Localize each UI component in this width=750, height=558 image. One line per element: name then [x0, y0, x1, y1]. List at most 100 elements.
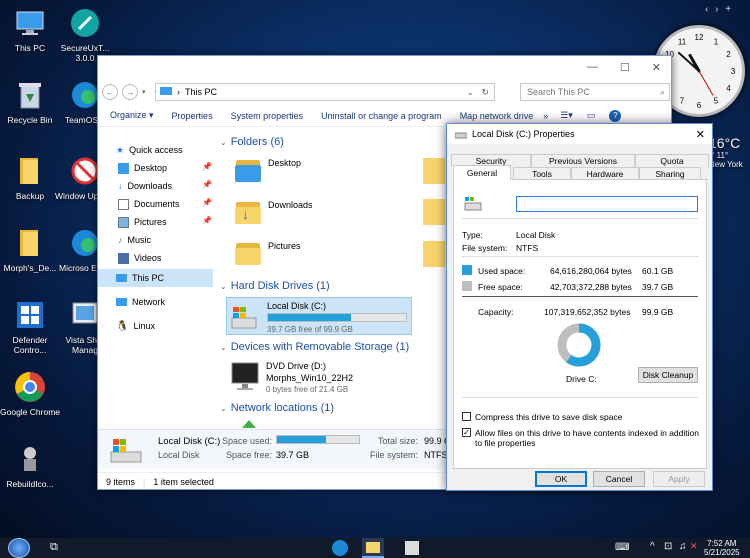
section-network-locations[interactable]: ⌄ Network locations (1) [220, 402, 334, 414]
pin-icon[interactable]: 📌 [202, 180, 212, 189]
desktop-icon-recycle-bin[interactable]: Recycle Bin [0, 78, 60, 125]
nav-linux[interactable]: 🐧 Linux [116, 319, 155, 333]
toolbar-more[interactable]: » [543, 111, 548, 121]
this-pc-icon [160, 87, 172, 95]
refresh-icon[interactable]: ↻ [481, 87, 489, 98]
chrome-icon [13, 370, 47, 404]
tab-quota[interactable]: Quota [635, 154, 709, 167]
maximize-button[interactable]: ☐ [620, 61, 630, 74]
folder-item-desktop[interactable]: Desktop [234, 156, 301, 184]
nav-item-desktop[interactable]: Desktop [118, 161, 167, 175]
disk-cleanup-button[interactable]: Disk Cleanup [638, 367, 698, 383]
desktop-icon-morphs[interactable]: Morph's_De... [0, 226, 60, 273]
address-box[interactable]: › This PC ⌄ ↻ [155, 83, 495, 101]
toolbar-properties[interactable]: Properties [172, 111, 213, 121]
toolbar-uninstall[interactable]: Uninstall or change a program [321, 111, 442, 121]
clock-number: 4 [726, 84, 731, 93]
volume-icon[interactable]: ♫ [679, 541, 687, 552]
section-folders[interactable]: ⌄ Folders (6) [220, 136, 284, 148]
dvd-label: Morphs_Win10_22H2 [266, 373, 354, 383]
taskbar-store-icon[interactable] [405, 541, 419, 555]
nav-network[interactable]: Network [116, 295, 165, 309]
documents-folder-icon[interactable] [423, 158, 445, 184]
tab-previous-versions[interactable]: Previous Versions [531, 154, 635, 167]
nav-this-pc[interactable]: This PC [98, 269, 213, 287]
drive-free-text: 39.7 GB free of 99.9 GB [267, 325, 353, 334]
toolbar-system-properties[interactable]: System properties [231, 111, 304, 121]
section-removable[interactable]: ⌄ Devices with Removable Storage (1) [220, 341, 409, 353]
weather-gadget[interactable]: 16°C /° 11° New York [709, 135, 743, 169]
nav-item-downloads[interactable]: ↓ Downloads [118, 179, 172, 193]
toolbar-organize[interactable]: Organize ▾ [110, 110, 154, 121]
pin-icon[interactable]: 📌 [202, 216, 212, 225]
desktop-folder-icon [118, 162, 129, 174]
volume-muted-icon[interactable]: ✕ [690, 541, 698, 552]
nav-item-documents[interactable]: Documents [118, 197, 180, 211]
desktop-icon-label: Recycle Bin [7, 115, 53, 125]
details-free-value: 39.7 GB [276, 450, 310, 460]
clock-number: 12 [695, 33, 704, 42]
help-icon[interactable]: ? [609, 109, 622, 122]
dialog-title-bar[interactable]: Local Disk (C:) Properties ✕ [447, 124, 712, 144]
section-hard-disk[interactable]: ⌄ Hard Disk Drives (1) [220, 280, 330, 292]
nav-item-music[interactable]: ♪ Music [118, 233, 151, 247]
close-button[interactable]: ✕ [652, 61, 661, 74]
tray-clock[interactable]: 7:52 AM 5/21/2025 [704, 539, 740, 557]
music-folder-icon[interactable] [423, 199, 445, 225]
compress-checkbox[interactable] [462, 412, 471, 421]
taskbar-edge-icon[interactable] [332, 540, 348, 556]
apply-button[interactable]: Apply [653, 471, 705, 487]
task-view-icon[interactable]: ⧉ [50, 541, 58, 554]
desktop-icon-rebuild[interactable]: RebuildIco... [0, 442, 60, 489]
preview-pane-icon[interactable]: ▭ [587, 110, 596, 121]
toolbar-map-network-drive[interactable]: Map network drive [460, 111, 534, 121]
taskbar-explorer-icon[interactable] [362, 538, 384, 558]
drive-item-local-disk[interactable]: Local Disk (C:) 39.7 GB free of 99.9 GB [226, 297, 412, 335]
pin-icon[interactable]: 📌 [202, 162, 212, 171]
desktop-icon-this-pc[interactable]: This PC [0, 6, 60, 53]
desktop-top-right-controls[interactable]: ‹ › + [705, 4, 733, 15]
drive-item-dvd[interactable]: DVD Drive (D:) Morphs_Win10_22H2 0 bytes… [230, 359, 430, 395]
nav-item-pictures[interactable]: Pictures [118, 215, 167, 229]
nav-quick-access[interactable]: ★ Quick access [116, 143, 183, 157]
tray-arrow-icon[interactable]: ^ [650, 541, 655, 552]
forward-button[interactable]: → [122, 84, 138, 100]
clock-number: 6 [697, 101, 702, 110]
folder-item-pictures[interactable]: Pictures [234, 239, 301, 267]
cancel-button[interactable]: Cancel [593, 471, 645, 487]
keyboard-icon[interactable]: ⌨ [615, 542, 629, 553]
recent-dropdown-icon[interactable]: ▾ [142, 88, 146, 96]
download-arrow-icon: ↓ [118, 181, 123, 191]
nav-label: Linux [133, 321, 155, 331]
nav-label: Quick access [129, 145, 183, 155]
network-tray-icon[interactable]: ⊡ [664, 541, 672, 552]
folder-item-downloads[interactable]: ↓ Downloads [234, 198, 313, 226]
properties-dialog[interactable]: Local Disk (C:) Properties ✕ Security Pr… [446, 123, 713, 491]
pin-icon[interactable]: 📌 [202, 198, 212, 207]
nav-label: This PC [132, 273, 165, 283]
desktop-icon-defender[interactable]: Defender Contro... [0, 298, 60, 355]
nav-item-videos[interactable]: Videos [118, 251, 161, 265]
dialog-title: Local Disk (C:) Properties [472, 129, 575, 139]
folder-icon [13, 154, 47, 188]
minimize-button[interactable]: — [587, 61, 598, 74]
address-dropdown-icon[interactable]: ⌄ [466, 87, 474, 98]
desktop-icon-chrome[interactable]: Google Chrome [0, 370, 60, 417]
divider [462, 397, 698, 398]
general-tab-panel: Type: Local Disk File system: NTFS Used … [453, 179, 707, 469]
ok-button[interactable]: OK [535, 471, 587, 487]
network-location-icon[interactable] [242, 420, 256, 428]
tab-general[interactable]: General [453, 165, 511, 180]
desktop-icon-backup[interactable]: Backup [0, 154, 60, 201]
free-space-label: Free space: [478, 282, 523, 292]
rebuild-icon [13, 442, 47, 476]
drive-name-input[interactable] [516, 196, 698, 212]
videos-folder-icon[interactable] [423, 241, 445, 267]
back-button[interactable]: ← [102, 84, 118, 100]
dialog-close-button[interactable]: ✕ [696, 128, 705, 141]
view-options-icon[interactable]: ☰▾ [560, 110, 573, 121]
divider [462, 256, 698, 257]
search-input[interactable]: Search This PC ⌕ [520, 83, 670, 101]
index-checkbox[interactable]: ✓ [462, 428, 471, 437]
start-button[interactable] [8, 538, 30, 558]
